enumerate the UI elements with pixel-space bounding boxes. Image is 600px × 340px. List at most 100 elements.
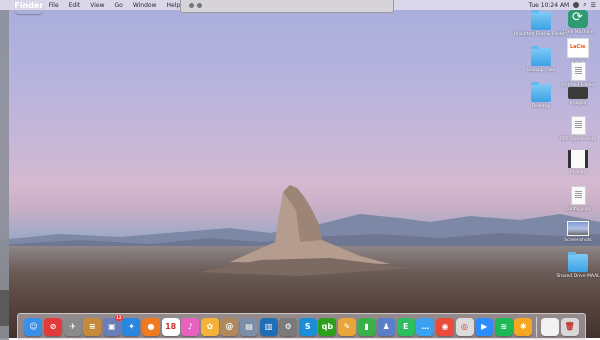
- dock-app[interactable]: @: [220, 317, 239, 336]
- gear-icon: ⚙: [284, 322, 292, 331]
- rocket-icon: ✈: [69, 322, 77, 331]
- dock-app[interactable]: ◉: [435, 317, 454, 336]
- desktop-icon-movie[interactable]: Movies: [558, 150, 598, 176]
- folder-icon: [568, 252, 588, 272]
- dock-app[interactable]: ▶: [475, 317, 494, 336]
- desktop-icon-folder[interactable]: Shared Drive MAAL: [556, 252, 600, 280]
- dock-app[interactable]: ▥: [259, 317, 278, 336]
- menu-go[interactable]: Go: [110, 2, 128, 9]
- desktop-icon-label: config.json: [565, 207, 591, 212]
- desktop-icon-label: Shared Drive MAAL: [556, 274, 600, 279]
- dock-separator: [536, 316, 538, 337]
- film-icon: [568, 150, 588, 168]
- menu-app-name[interactable]: Finder: [14, 0, 43, 14]
- menu-window[interactable]: Window: [128, 2, 162, 9]
- dock-app[interactable]: qb: [318, 317, 337, 336]
- desktop-icon-label: PDF Documents: [560, 137, 596, 142]
- chrome-icon: ◉: [441, 322, 449, 331]
- dock-app[interactable]: ⊘: [44, 317, 63, 336]
- desktop-icon-doc[interactable]: config.json: [558, 186, 598, 213]
- dock-app[interactable]: ⚙: [279, 317, 298, 336]
- dock-app[interactable]: 🗑: [560, 317, 579, 336]
- desktop-icon-folder[interactable]: Backup Files: [521, 46, 561, 74]
- desktop-icon-label: Backup Files: [527, 68, 555, 73]
- spotify-icon: ≋: [500, 322, 508, 331]
- document-icon: [570, 62, 586, 81]
- dock-app[interactable]: ✈: [63, 317, 82, 336]
- camera-icon: ◎: [461, 322, 469, 331]
- elephant-icon: E: [403, 322, 409, 331]
- board-icon: ▥: [264, 322, 273, 331]
- dock-app[interactable]: ♪: [181, 317, 200, 336]
- dock-app[interactable]: ✦: [122, 317, 141, 336]
- dock-app[interactable]: …: [416, 317, 435, 336]
- video-camera-icon: ▶: [481, 322, 488, 331]
- desktop-icon-timemachine[interactable]: Time Machine: [558, 10, 598, 36]
- desktop-icon-label: Images: [569, 101, 587, 106]
- dock-app[interactable]: ≋: [494, 317, 513, 336]
- flower-icon: ✿: [206, 322, 214, 331]
- menu-extras: Tue 10:24 AM ⌕ ☰: [529, 0, 596, 10]
- dock-app[interactable]: ▤: [240, 317, 259, 336]
- desktop-icon-folder[interactable]: Unsorted Files & Folders: [514, 10, 568, 38]
- asterisk-icon: ✱: [519, 322, 527, 331]
- desktop-icon-label: Time Machine: [562, 30, 594, 35]
- desktop-icon-folder[interactable]: Desktop: [521, 82, 561, 110]
- dock-app[interactable]: S: [298, 317, 317, 336]
- user-icon[interactable]: [573, 2, 580, 8]
- compass-icon: ✦: [128, 322, 135, 331]
- firefox-icon: ●: [147, 322, 155, 331]
- dock-app[interactable]: ▮: [357, 317, 376, 336]
- clock[interactable]: Tue 10:24 AM: [529, 2, 570, 9]
- people-icon: ♟: [382, 322, 390, 331]
- calendar-icon: 18: [165, 322, 177, 331]
- qb-icon: qb: [321, 322, 334, 331]
- dock-app[interactable]: ✎: [337, 317, 356, 336]
- dock-app[interactable]: ◎: [455, 317, 474, 336]
- dock-app[interactable]: E: [396, 317, 415, 336]
- dock-app[interactable]: ≡: [83, 317, 102, 336]
- document-icon: [570, 186, 586, 205]
- dock-app[interactable]: 18: [161, 317, 180, 336]
- menu-edit[interactable]: Edit: [64, 2, 86, 9]
- toolbar-button[interactable]: [197, 3, 202, 8]
- drive-icon: [567, 38, 589, 58]
- window-edge-lower: [0, 290, 9, 326]
- list-icon[interactable]: ☰: [591, 2, 596, 9]
- no-entry-icon: ⊘: [49, 322, 57, 331]
- folder-icon: [531, 46, 551, 66]
- desktop-icon-label: Movies: [570, 170, 586, 175]
- folder-icon: [531, 82, 551, 102]
- menu-file[interactable]: File: [44, 2, 64, 9]
- dock-app[interactable]: [540, 317, 559, 336]
- dock-app[interactable]: ●: [142, 317, 161, 336]
- preview-icon: ▤: [245, 322, 253, 331]
- toolbar-button[interactable]: [189, 3, 194, 8]
- trash-icon: 🗑: [564, 322, 575, 331]
- desktop-wallpaper: [0, 0, 600, 338]
- desktop-icon-doc[interactable]: PDF Documents: [558, 116, 598, 143]
- desktop-icon-label: Desktop: [531, 104, 551, 109]
- rock-spire: [200, 185, 410, 276]
- contacts-icon: @: [225, 322, 234, 331]
- dock-app[interactable]: ▣ 12: [102, 314, 123, 336]
- finder-icon: ☺: [29, 322, 38, 331]
- dock: ☺ ⊘ ✈ ≡ ▣ 12 ✦ ● 18 ♪ ✿ @ ▤ ▥ ⚙ Sqb ✎ ▮ ♟ E … ◉ ◎ ▶ ≋ ✱ 🗑: [17, 313, 586, 340]
- dock-app[interactable]: ☺: [24, 317, 43, 336]
- bar-chart-icon: ▮: [364, 322, 369, 331]
- dock-app[interactable]: ✱: [514, 317, 533, 336]
- sync-icon: S: [304, 322, 311, 331]
- dock-app[interactable]: ♟: [377, 317, 396, 336]
- desktop-icon-screenshot[interactable]: Screenshots: [558, 218, 598, 244]
- desktop-icon-label: Screenshots: [564, 238, 592, 243]
- dock-app[interactable]: ✿: [200, 317, 219, 336]
- folder-icon: [531, 10, 551, 30]
- window-toolbar: [180, 0, 394, 13]
- device-icon: [568, 87, 588, 99]
- desktop-icon-device[interactable]: Images: [558, 84, 598, 107]
- search-icon[interactable]: ⌕: [583, 1, 586, 9]
- time-machine-icon: [568, 10, 588, 28]
- chat-bubble-icon: …: [421, 322, 430, 331]
- menu-view[interactable]: View: [85, 2, 109, 9]
- pages-icon: ✎: [343, 322, 351, 331]
